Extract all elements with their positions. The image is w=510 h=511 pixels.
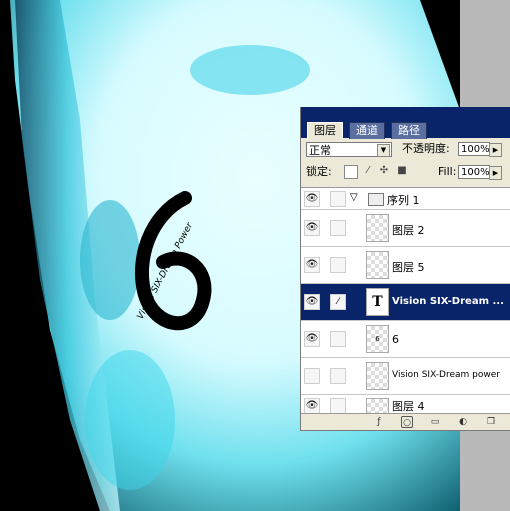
lock-transparency-icon[interactable] <box>344 165 358 179</box>
lock-label: 锁定: <box>306 165 332 178</box>
link-icon[interactable] <box>330 191 346 207</box>
layer-thumbnail <box>366 362 389 390</box>
layer-row[interactable]: 👁 图层 5 <box>301 247 510 284</box>
layer-thumbnail <box>366 251 389 279</box>
new-layer-icon[interactable]: ❐ <box>485 416 497 428</box>
layer-thumbnail: 6 <box>366 325 389 353</box>
layer-name: 图层 5 <box>392 261 425 274</box>
group-name: 序列 1 <box>387 194 420 207</box>
blend-mode-value: 正常 <box>309 144 331 157</box>
panel-titlebar[interactable] <box>301 107 510 121</box>
layers-panel: 图层 通道 路径 正常 ▼ 不透明度: 100% ▶ 锁定: ⁄ ✣ ■ Fil… <box>300 107 510 431</box>
link-icon[interactable] <box>330 331 346 347</box>
eye-icon[interactable]: 👁 <box>304 294 320 310</box>
layer-row[interactable]: 👁 6 6 <box>301 321 510 358</box>
link-icon[interactable] <box>330 398 346 414</box>
eye-icon[interactable]: 👁 <box>304 331 320 347</box>
lock-move-icon[interactable]: ✣ <box>378 165 390 177</box>
tab-paths[interactable]: 路径 <box>391 122 427 139</box>
layer-row[interactable]: 👁 图层 2 <box>301 210 510 247</box>
add-mask-icon[interactable]: ○ <box>401 416 413 428</box>
brush-icon[interactable]: ⁄ <box>330 294 346 310</box>
link-icon[interactable] <box>330 368 346 384</box>
layer-name: 6 <box>392 333 399 346</box>
opacity-input[interactable]: 100% ▶ <box>458 142 502 157</box>
layer-group-row[interactable]: 👁 ▽ 序列 1 <box>301 188 510 210</box>
chevron-down-icon[interactable]: ▼ <box>377 144 390 157</box>
adjustment-layer-icon[interactable]: ◐ <box>457 416 469 428</box>
eye-icon[interactable]: 👁 <box>304 191 320 207</box>
link-icon[interactable] <box>330 257 346 273</box>
layer-name: 图层 2 <box>392 224 425 237</box>
opacity-arrow-icon[interactable]: ▶ <box>489 143 502 157</box>
panel-tabs: 图层 通道 路径 <box>301 121 510 139</box>
new-group-icon[interactable]: ▭ <box>429 416 441 428</box>
tab-layers[interactable]: 图层 <box>307 122 343 139</box>
blend-mode-select[interactable]: 正常 ▼ <box>306 142 392 157</box>
text-layer-thumbnail: T <box>366 288 389 316</box>
link-icon[interactable] <box>330 220 346 236</box>
fill-input[interactable]: 100% ▶ <box>458 165 502 180</box>
eye-icon[interactable]: 👁 <box>304 220 320 236</box>
folder-icon <box>368 193 384 206</box>
vision-six-logo: Vision SIX-Dream Power <box>125 190 225 340</box>
blend-opacity-row: 正常 ▼ 不透明度: 100% ▶ <box>306 141 510 159</box>
panel-bottom-toolbar: ƒ ○ ▭ ◐ ❐ <box>301 413 510 430</box>
opacity-value: 100% <box>461 144 490 155</box>
layer-name: 图层 4 <box>392 400 425 413</box>
layer-name: Vision SIX-Dream power <box>392 370 500 380</box>
tab-channels[interactable]: 通道 <box>349 122 385 139</box>
layer-row[interactable]: 👁 图层 4 <box>301 395 510 426</box>
lock-all-icon[interactable]: ■ <box>396 165 408 177</box>
opacity-label: 不透明度: <box>402 142 450 155</box>
layer-row[interactable]: Vision SIX-Dream power <box>301 358 510 395</box>
fill-value: 100% <box>461 167 490 178</box>
eye-hidden-icon[interactable] <box>304 368 320 384</box>
fill-label: Fill: <box>438 165 457 178</box>
lock-brush-icon[interactable]: ⁄ <box>362 165 374 177</box>
group-expand-icon[interactable]: ▽ <box>350 192 358 203</box>
eye-icon[interactable]: 👁 <box>304 398 320 414</box>
layer-style-icon[interactable]: ƒ <box>373 416 385 428</box>
layer-thumbnail <box>366 214 389 242</box>
lock-fill-row: 锁定: ⁄ ✣ ■ Fill: 100% ▶ <box>306 164 510 180</box>
layer-row-selected[interactable]: 👁 ⁄ T Vision SIX-Dream ... <box>301 284 510 321</box>
layers-list: 👁 ▽ 序列 1 👁 图层 2 👁 图层 5 👁 ⁄ T Vision SIX-… <box>301 187 510 426</box>
fill-arrow-icon[interactable]: ▶ <box>489 166 502 180</box>
layer-name: Vision SIX-Dream ... <box>392 296 504 307</box>
eye-icon[interactable]: 👁 <box>304 257 320 273</box>
